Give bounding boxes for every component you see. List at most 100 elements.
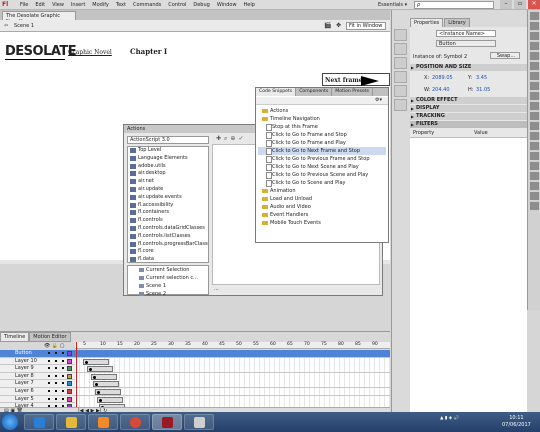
menu-edit[interactable]: Edit bbox=[35, 2, 45, 8]
maximize-icon[interactable]: ▫ bbox=[514, 0, 526, 9]
fill-color-icon[interactable] bbox=[530, 202, 539, 210]
layer-row[interactable]: Layer 6 bbox=[0, 387, 390, 396]
snippet-tab[interactable]: Components bbox=[296, 88, 333, 96]
section-color-effect[interactable]: COLOR EFFECT bbox=[410, 97, 527, 104]
instance-name-input[interactable]: <Instance Name> bbox=[436, 30, 496, 37]
stroke-color-icon[interactable] bbox=[530, 192, 539, 200]
snippet-item[interactable]: Stop at this Frame bbox=[258, 123, 386, 131]
transform-icon[interactable] bbox=[394, 85, 407, 97]
explorer-taskbar-button[interactable] bbox=[56, 414, 86, 430]
layer-row[interactable]: Layer 9 bbox=[0, 365, 390, 373]
section-position-size[interactable]: POSITION AND SIZE bbox=[410, 64, 527, 71]
document-tab[interactable]: The Desolate Graphic Novel* ✕ bbox=[2, 11, 76, 25]
layer-toggle-dot[interactable] bbox=[55, 389, 57, 392]
tab-motion-editor[interactable]: Motion Editor bbox=[29, 332, 71, 342]
layer-toggle-dot[interactable] bbox=[62, 352, 64, 354]
menu-view[interactable]: View bbox=[52, 2, 64, 8]
layer-toggle-dot[interactable] bbox=[48, 389, 50, 392]
layer-frames[interactable] bbox=[75, 372, 390, 380]
edit-scene-icon[interactable]: 🎬 bbox=[324, 22, 331, 29]
align-icon[interactable] bbox=[394, 57, 407, 69]
flash-taskbar-button[interactable] bbox=[152, 414, 182, 430]
layer-toggle-dot[interactable] bbox=[62, 397, 64, 400]
3d-rotation-tool-icon[interactable] bbox=[530, 42, 539, 50]
tab-timeline[interactable]: Timeline bbox=[0, 332, 30, 342]
snippet-item[interactable]: Click to Go to Frame and Stop bbox=[258, 131, 386, 139]
target-icon[interactable]: ⊕ bbox=[230, 135, 235, 143]
lasso-tool-icon[interactable] bbox=[530, 52, 539, 60]
toolbox-item[interactable]: fl.controls.listClasses bbox=[128, 233, 208, 241]
snippet-item[interactable]: Click to Go to Frame and Play bbox=[258, 139, 386, 147]
start-button[interactable] bbox=[2, 414, 18, 430]
tray-icons[interactable]: ▲ ▮ ◈ 🔊 bbox=[440, 416, 459, 421]
snippet-folder[interactable]: Load and Unload bbox=[258, 195, 386, 203]
layer-frames[interactable] bbox=[75, 380, 390, 388]
section-display[interactable]: DISPLAY bbox=[410, 105, 527, 112]
snippet-folder[interactable]: Actions bbox=[258, 107, 386, 115]
ie-taskbar-button[interactable] bbox=[24, 414, 54, 430]
zoom-tool-icon[interactable] bbox=[530, 182, 539, 190]
bone-tool-icon[interactable] bbox=[530, 132, 539, 140]
workspace-switcher[interactable]: Essentials ▾ bbox=[378, 2, 407, 8]
layer-row[interactable]: Layer 10 bbox=[0, 357, 390, 366]
pencil-tool-icon[interactable] bbox=[530, 102, 539, 110]
symbol-type-select[interactable]: Button bbox=[436, 40, 496, 47]
color-icon[interactable] bbox=[394, 29, 407, 41]
keyframe-span[interactable] bbox=[95, 388, 121, 395]
toolbox-item[interactable]: fl.controls.progressBarClasses bbox=[128, 241, 208, 249]
pen-tool-icon[interactable] bbox=[530, 62, 539, 70]
layer-toggle-dot[interactable] bbox=[55, 382, 57, 385]
snippet-item[interactable]: Click to Go to Scene and Play bbox=[258, 179, 386, 187]
toolbox-item[interactable]: Top Level bbox=[128, 147, 208, 155]
close-icon[interactable]: ✕ bbox=[528, 0, 540, 9]
snippet-tab[interactable]: Motion Presets bbox=[332, 88, 374, 96]
layer-toggle-dot[interactable] bbox=[55, 359, 57, 362]
layer-frames[interactable] bbox=[75, 365, 390, 373]
toolbox-item[interactable]: air.update bbox=[128, 186, 208, 194]
layer-toggle-dot[interactable] bbox=[62, 374, 64, 377]
swatches-icon[interactable] bbox=[394, 43, 407, 55]
eraser-icon[interactable] bbox=[530, 162, 539, 170]
eyedropper-icon[interactable] bbox=[530, 152, 539, 160]
playhead[interactable] bbox=[76, 342, 77, 412]
section-tracking[interactable]: TRACKING bbox=[410, 113, 527, 120]
paint-taskbar-button[interactable] bbox=[184, 414, 214, 430]
layer-toggle-dot[interactable] bbox=[62, 382, 64, 385]
layer-frames[interactable] bbox=[75, 357, 390, 365]
free-transform-tool-icon[interactable] bbox=[530, 32, 539, 40]
selection-tool-icon[interactable] bbox=[530, 12, 539, 20]
find-icon[interactable]: ⌕ bbox=[224, 135, 227, 143]
layer-toggle-dot[interactable] bbox=[62, 389, 64, 392]
keyframe-span[interactable] bbox=[97, 396, 123, 403]
layer-frames[interactable] bbox=[75, 395, 390, 403]
system-clock[interactable]: 10:11 07/06/2017 bbox=[502, 415, 531, 429]
toolbox-item[interactable]: air.net bbox=[128, 178, 208, 186]
toolbox-item[interactable]: fl.controls bbox=[128, 217, 208, 225]
visibility-lock-outline-icons[interactable]: 👁 🔒 ▢ bbox=[44, 343, 64, 349]
snippet-folder[interactable]: Timeline Navigation bbox=[258, 115, 386, 123]
next-frame-button[interactable]: Next frame bbox=[322, 73, 390, 86]
keyframe-span[interactable] bbox=[83, 358, 109, 365]
menu-debug[interactable]: Debug bbox=[193, 2, 209, 8]
layer-toggle-dot[interactable] bbox=[48, 382, 50, 385]
snippet-item[interactable]: Click to Go to Next Frame and Stop bbox=[258, 147, 386, 155]
toolbox-item[interactable]: fl.controls.dataGridClasses bbox=[128, 225, 208, 233]
scene-label[interactable]: Scene 1 bbox=[14, 23, 34, 29]
add-icon[interactable]: ✚ bbox=[216, 135, 221, 143]
zoom-select[interactable]: Fit in Window bbox=[346, 22, 386, 30]
menu-help[interactable]: Help bbox=[244, 2, 255, 8]
keyframe-span[interactable] bbox=[87, 366, 113, 373]
menu-insert[interactable]: Insert bbox=[71, 2, 85, 8]
menu-file[interactable]: File bbox=[20, 2, 28, 8]
layer-frames[interactable] bbox=[75, 350, 390, 357]
layer-toggle-dot[interactable] bbox=[62, 359, 64, 362]
toolbox-item[interactable]: fl.data bbox=[128, 256, 208, 262]
toolbox-item[interactable]: Language Elements bbox=[128, 155, 208, 163]
actionscript-version-select[interactable]: ActionScript 3.0 bbox=[127, 136, 209, 144]
snippet-folder[interactable]: Mobile Touch Events bbox=[258, 219, 386, 227]
info-icon[interactable] bbox=[394, 71, 407, 83]
history-icon[interactable] bbox=[394, 99, 407, 111]
deco-tool-icon[interactable] bbox=[530, 122, 539, 130]
snippet-folder[interactable]: Audio and Video bbox=[258, 203, 386, 211]
keyframe-span[interactable] bbox=[91, 373, 117, 380]
